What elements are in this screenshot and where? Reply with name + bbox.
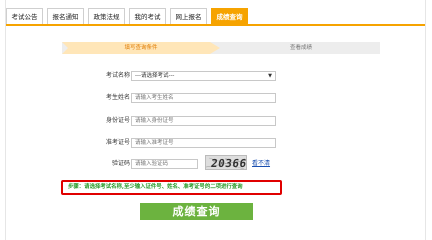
exam-name-selected-value: ---请选择考试--- <box>135 73 175 79</box>
step-1-label: 填写查询条件 <box>124 45 158 51</box>
admission-number-label: 准考证号 <box>105 139 130 146</box>
tab-my-exams[interactable]: 我的考试 <box>129 8 166 24</box>
id-number-label: 身份证号 <box>105 117 130 124</box>
captcha-image[interactable]: 20366 <box>205 155 247 170</box>
exam-name-label: 考试名称 <box>105 72 130 79</box>
name-input[interactable] <box>131 93 276 103</box>
exam-name-select[interactable]: ---请选择考试--- ▼ <box>131 71 276 81</box>
top-nav: 考试公告 报名通知 政策法规 我的考试 网上报名 成绩查询 <box>6 8 425 26</box>
score-query-button[interactable]: 成绩查询 <box>140 203 253 220</box>
instruction-text: 步骤：请选择考试名称,至少输入证件号、姓名、准考证号的二项进行查询 <box>68 184 243 190</box>
tab-score-query[interactable]: 成绩查询 <box>211 8 248 24</box>
captcha-input[interactable] <box>131 159 198 169</box>
id-number-input[interactable] <box>131 116 276 126</box>
tab-registration-notices[interactable]: 报名通知 <box>47 8 84 24</box>
tab-policies[interactable]: 政策法规 <box>88 8 125 24</box>
admission-number-input[interactable] <box>131 138 276 148</box>
refresh-captcha-link[interactable]: 看不清 <box>252 160 270 168</box>
name-label: 考生姓名 <box>105 94 130 101</box>
instruction-box: 步骤：请选择考试名称,至少输入证件号、姓名、准考证号的二项进行查询 <box>61 180 282 195</box>
step-2-label: 查看成绩 <box>289 45 312 51</box>
captcha-text: 20366 <box>210 157 247 170</box>
progress-steps: 填写查询条件 查看成绩 <box>62 42 380 54</box>
tab-online-registration[interactable]: 网上报名 <box>170 8 207 24</box>
tab-exam-announcements[interactable]: 考试公告 <box>6 8 43 24</box>
dropdown-arrow-icon: ▼ <box>268 73 272 79</box>
captcha-label: 验证码 <box>111 160 130 167</box>
